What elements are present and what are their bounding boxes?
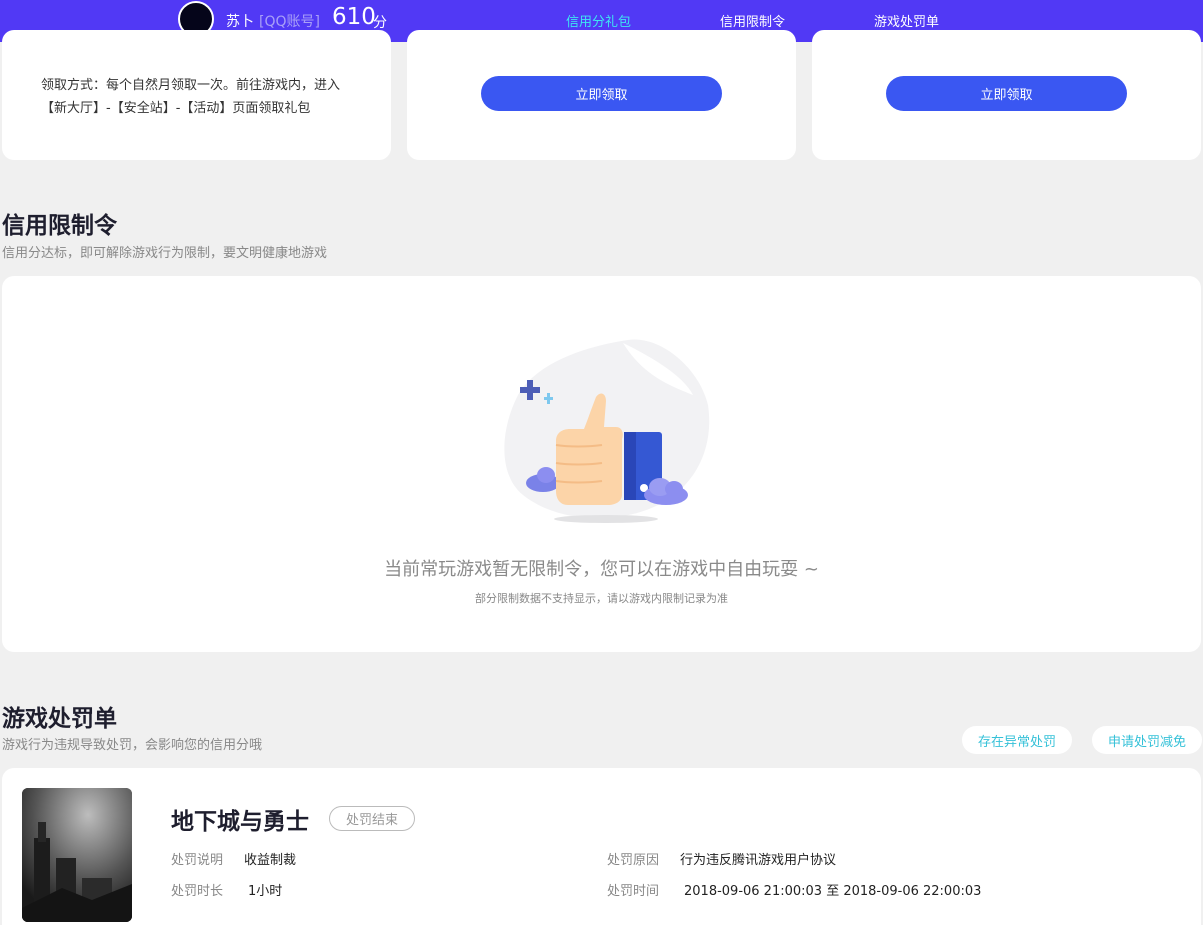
tab-credit-gift[interactable]: 信用分礼包 — [566, 11, 631, 30]
claim-method-text: 领取方式：每个自然月领取一次。前往游戏内，进入【新大厅】-【安全站】-【活动】页… — [41, 78, 341, 116]
penalty-section-title: 游戏处罚单 — [2, 706, 117, 732]
penalty-desc-label: 处罚说明 — [171, 853, 224, 868]
username: 苏卜 — [226, 14, 254, 30]
restriction-empty-note: 部分限制数据不支持显示，请以游戏内限制记录为准 — [475, 592, 728, 605]
tab-credit-restriction[interactable]: 信用限制令 — [720, 11, 785, 30]
penalty-duration-label: 处罚时长 — [171, 884, 224, 899]
credit-score: 610 — [332, 4, 376, 30]
penalty-record-card — [2, 768, 1201, 925]
penalty-duration-value: 1小时 — [248, 884, 283, 899]
penalty-time-label: 处罚时间 — [607, 884, 660, 899]
claim-button-2[interactable]: 立即领取 — [886, 76, 1127, 111]
penalty-desc-value: 收益制裁 — [244, 853, 297, 868]
credit-score-unit: 分 — [373, 15, 387, 31]
penalty-time-value: 2018-09-06 21:00:03 至 2018-09-06 22:00:0… — [684, 884, 982, 899]
penalty-reason-value: 行为违反腾讯游戏用户协议 — [680, 853, 837, 868]
claim-button-1[interactable]: 立即领取 — [481, 76, 722, 111]
restriction-section-subtitle: 信用分达标，即可解除游戏行为限制，要文明健康地游戏 — [2, 246, 328, 261]
game-title: 地下城与勇士 — [171, 809, 309, 835]
abnormal-penalty-button[interactable]: 存在异常处罚 — [962, 726, 1072, 754]
game-thumbnail — [22, 788, 132, 922]
account-type: [QQ账号] — [259, 14, 320, 30]
thumbs-up-illustration-icon — [504, 339, 710, 523]
tab-game-penalty[interactable]: 游戏处罚单 — [874, 11, 939, 30]
apply-penalty-reduction-button[interactable]: 申请处罚减免 — [1092, 726, 1202, 754]
restriction-section-title: 信用限制令 — [2, 213, 117, 239]
penalty-reason-label: 处罚原因 — [607, 853, 660, 868]
restriction-empty-message: 当前常玩游戏暂无限制令，您可以在游戏中自由玩耍 ~ — [384, 559, 819, 580]
penalty-section-subtitle: 游戏行为违规导致处罚，会影响您的信用分哦 — [2, 738, 263, 753]
status-badge: 处罚结束 — [329, 806, 415, 831]
